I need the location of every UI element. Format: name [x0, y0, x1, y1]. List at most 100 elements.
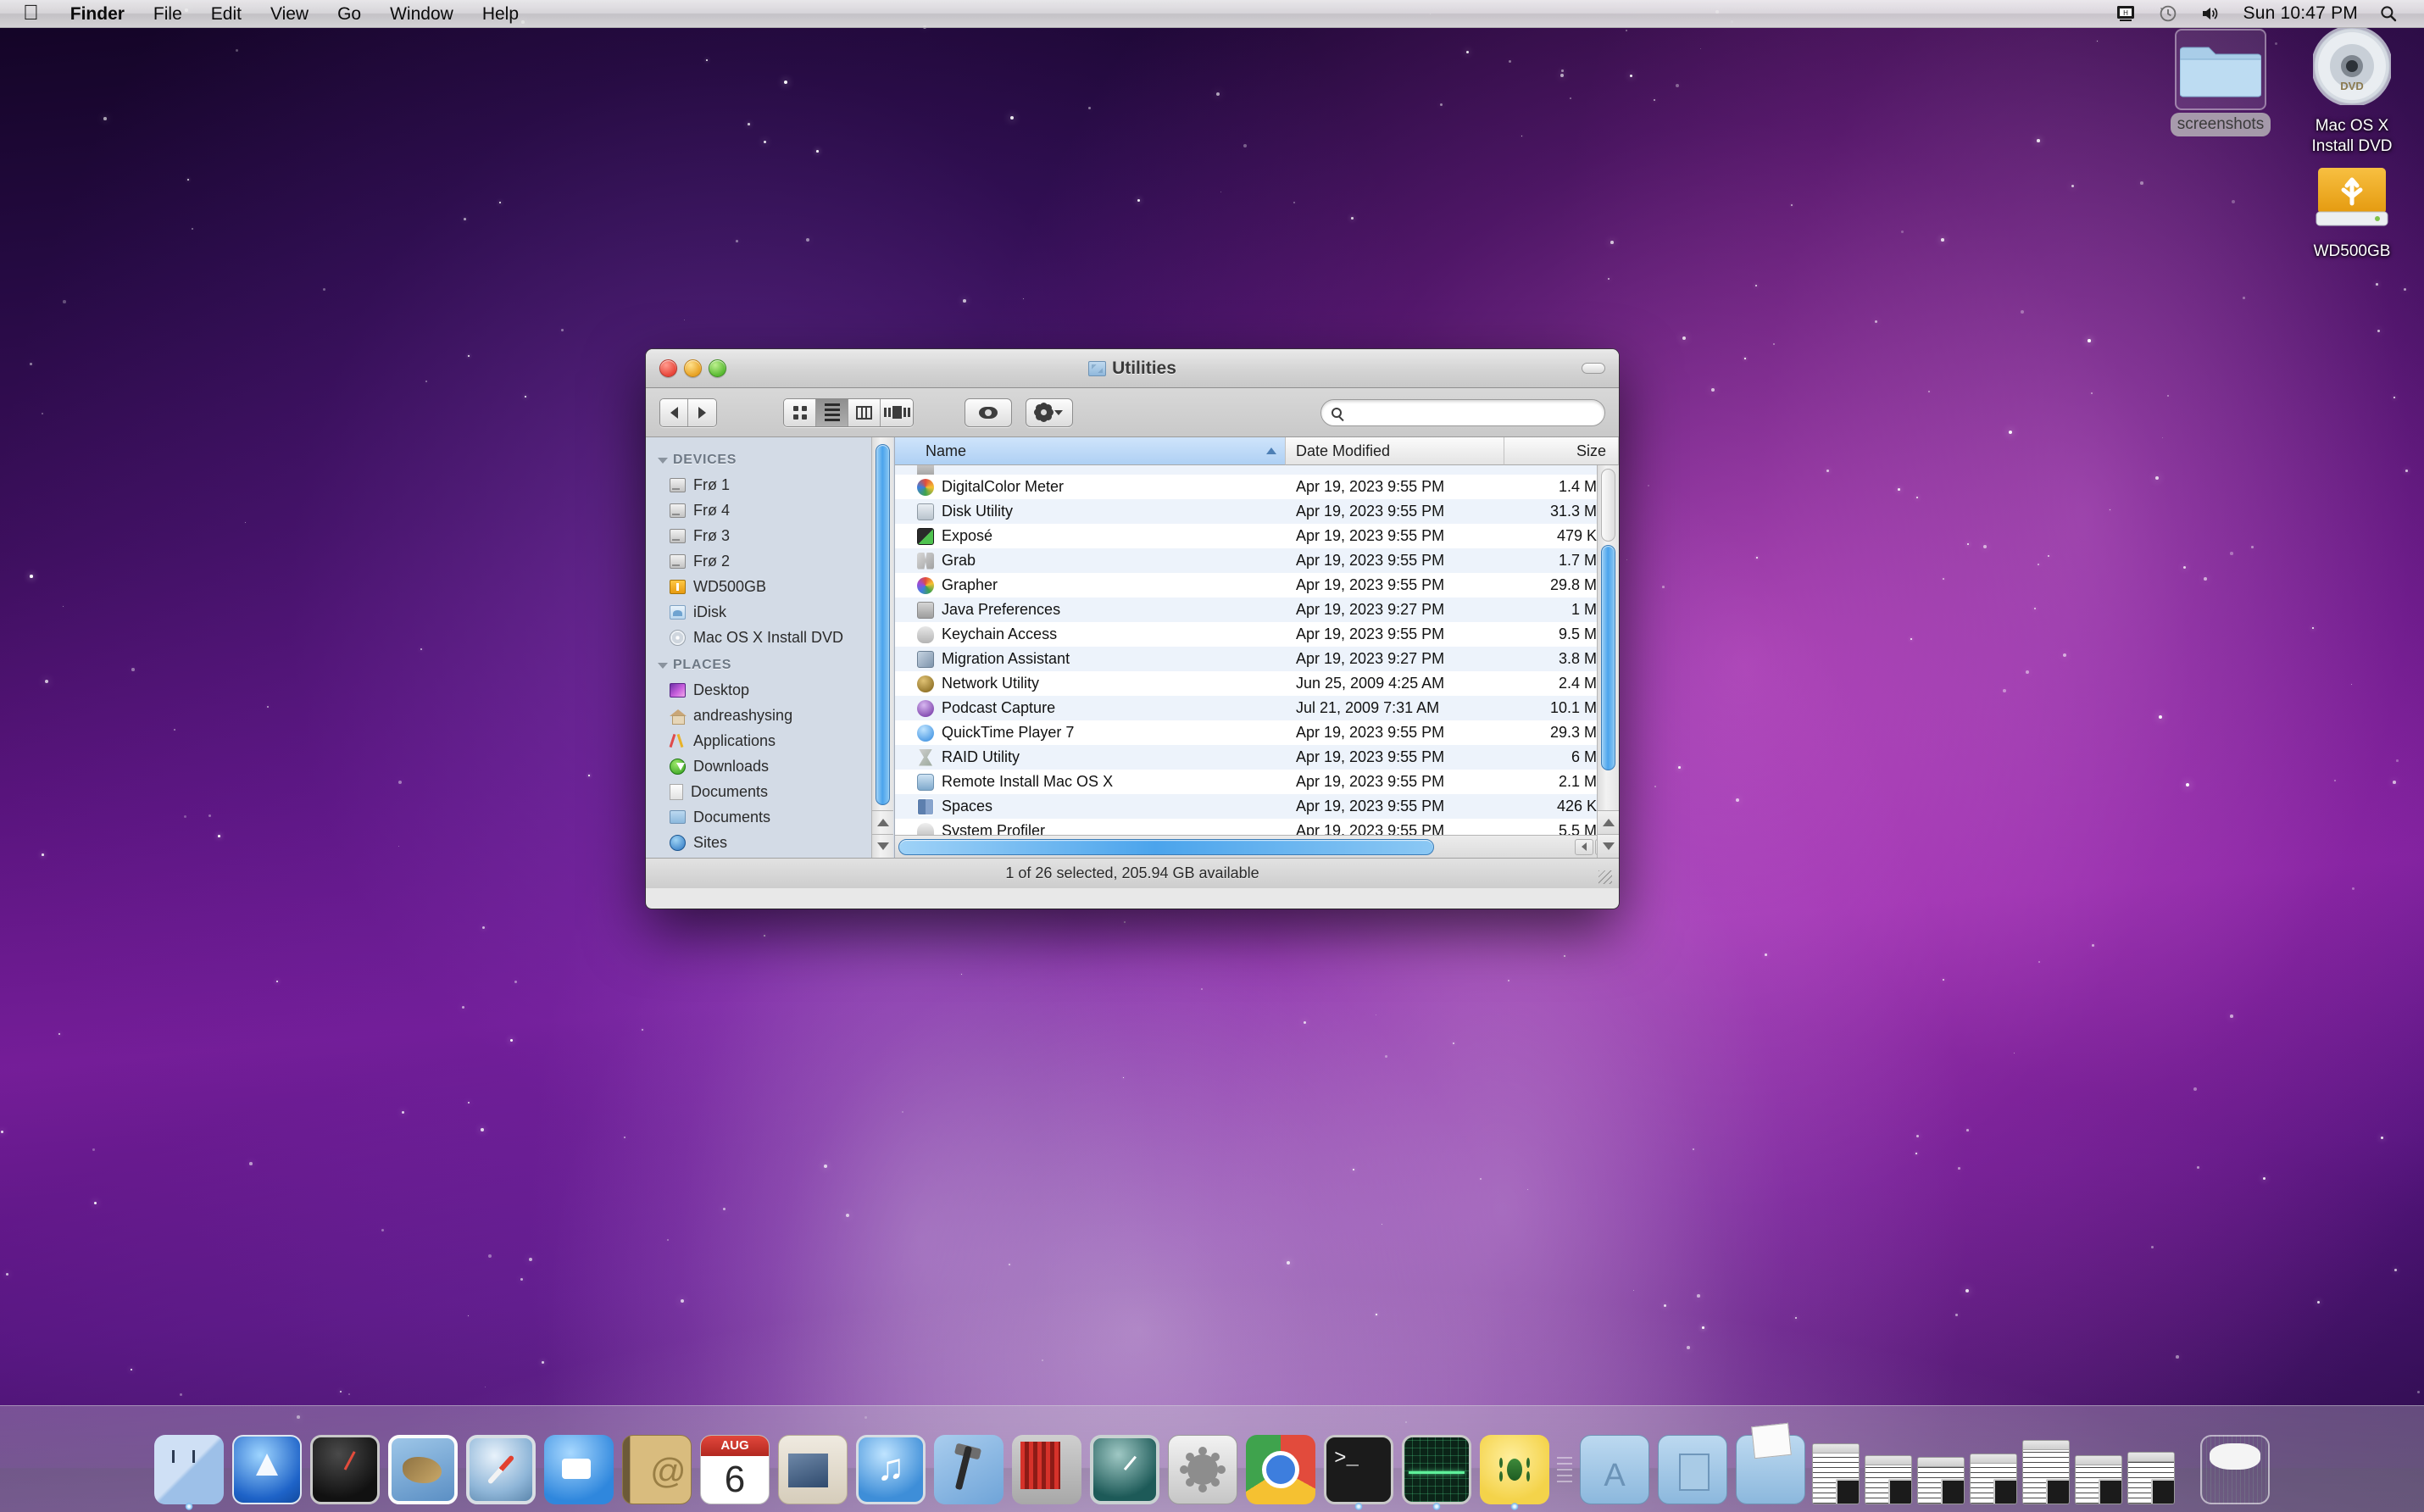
file-list-rows[interactable]: DigitalColor Meter Apr 19, 2023 9:55 PM …	[895, 465, 1619, 835]
sidebar-item-fro-3[interactable]: Frø 3	[646, 523, 894, 548]
time-machine-icon[interactable]	[2147, 0, 2189, 28]
menu-item-file[interactable]: File	[139, 0, 197, 28]
dock-item-mail[interactable]	[384, 1426, 462, 1504]
dock-item-itunes[interactable]	[852, 1426, 930, 1504]
dock-item-finder[interactable]	[150, 1426, 228, 1504]
dock-item-xcode[interactable]	[930, 1426, 1008, 1504]
dock-item-trash[interactable]	[2196, 1426, 2274, 1504]
dock-item-spider[interactable]	[1476, 1426, 1554, 1504]
menu-item-window[interactable]: Window	[375, 0, 468, 28]
dock-item-app-store[interactable]	[228, 1426, 306, 1504]
menu-item-help[interactable]: Help	[468, 0, 533, 28]
menu-bar-clock[interactable]: Sun 10:47 PM	[2233, 3, 2369, 24]
sidebar-item-applications[interactable]: Applications	[646, 728, 894, 753]
menu-item-view[interactable]: View	[256, 0, 323, 28]
table-row[interactable]: Disk Utility Apr 19, 2023 9:55 PM 31.3 M…	[895, 499, 1619, 524]
forward-button[interactable]	[688, 398, 716, 426]
file-list-vertical-scrollbar[interactable]	[1597, 465, 1619, 858]
column-header-size[interactable]: Size	[1504, 437, 1619, 465]
dock-item-ical[interactable]	[696, 1426, 774, 1504]
dock-item-activity-monitor[interactable]	[1398, 1426, 1476, 1504]
dock-item-photo-booth[interactable]	[1008, 1426, 1086, 1504]
table-row[interactable]: Migration Assistant Apr 19, 2023 9:27 PM…	[895, 647, 1619, 671]
dock-item-address-book[interactable]	[618, 1426, 696, 1504]
dock-minimized-window-1[interactable]	[1810, 1426, 1862, 1504]
column-header-name[interactable]: Name	[895, 437, 1286, 465]
dock-item-terminal[interactable]	[1320, 1426, 1398, 1504]
table-row[interactable]: Grab Apr 19, 2023 9:55 PM 1.7 MB	[895, 548, 1619, 573]
sidebar-item-documents-alias[interactable]: Documents	[646, 779, 894, 804]
action-button[interactable]	[1026, 397, 1073, 427]
desktop-icon-screenshots[interactable]: screenshots	[2157, 29, 2284, 136]
dock-minimized-window-4[interactable]	[1967, 1426, 2020, 1504]
sidebar-item-fro-4[interactable]: Frø 4	[646, 498, 894, 523]
table-row[interactable]: QuickTime Player 7 Apr 19, 2023 9:55 PM …	[895, 720, 1619, 745]
table-row[interactable]: Podcast Capture Jul 21, 2009 7:31 AM 10.…	[895, 696, 1619, 720]
search-icon[interactable]	[2368, 0, 2409, 28]
sidebar-item-sites[interactable]: Sites	[646, 830, 894, 855]
dock-item-chrome[interactable]	[1242, 1426, 1320, 1504]
finder-window[interactable]: Utilities DEVICES Frø 1 Frø 4 Frø 3 Frø …	[646, 349, 1619, 909]
volume-icon[interactable]	[2189, 0, 2233, 28]
sidebar-section-devices[interactable]: DEVICES	[646, 445, 894, 472]
desktop-icon-wd500gb[interactable]: WD500GB	[2288, 166, 2416, 264]
scroll-up-button[interactable]	[1598, 810, 1619, 834]
icon-view-button[interactable]	[784, 398, 816, 426]
dock-item-ichat[interactable]	[540, 1426, 618, 1504]
menu-item-go[interactable]: Go	[323, 0, 375, 28]
search-input[interactable]	[1348, 403, 1594, 421]
horizontal-scrollbar-thumb[interactable]	[898, 838, 1434, 855]
dock-minimized-window-3[interactable]	[1915, 1426, 1967, 1504]
menu-item-edit[interactable]: Edit	[197, 0, 256, 28]
sidebar-item-home[interactable]: andreashysing	[646, 703, 894, 728]
table-row[interactable]: Grapher Apr 19, 2023 9:55 PM 29.8 MB	[895, 573, 1619, 598]
sidebar-item-idisk[interactable]: iDisk	[646, 599, 894, 625]
dock-item-documents-folder[interactable]	[1654, 1426, 1732, 1504]
desktop-icon-install-dvd[interactable]: DVD Mac OS X Install DVD	[2288, 25, 2416, 158]
dock-minimized-window-7[interactable]	[2125, 1426, 2177, 1504]
dock-item-time-machine[interactable]	[1086, 1426, 1164, 1504]
sidebar-item-fro-1[interactable]: Frø 1	[646, 472, 894, 498]
file-list-pane[interactable]: Name Date Modified Size DigitalColor Met…	[895, 437, 1619, 858]
scroll-down-button[interactable]	[1598, 834, 1619, 858]
vertical-scrollbar-track-top[interactable]	[1601, 469, 1615, 542]
dock-minimized-window-2[interactable]	[1862, 1426, 1915, 1504]
resize-grip[interactable]	[1598, 870, 1612, 884]
search-field[interactable]	[1320, 398, 1605, 426]
disclosure-triangle-icon[interactable]	[658, 457, 668, 464]
column-header-date-modified[interactable]: Date Modified	[1286, 437, 1504, 465]
table-row[interactable]: DigitalColor Meter Apr 19, 2023 9:55 PM …	[895, 475, 1619, 499]
dock-item-iphoto[interactable]	[774, 1426, 852, 1504]
dock-item-system-preferences[interactable]	[1164, 1426, 1242, 1504]
dock-minimized-window-6[interactable]	[2072, 1426, 2125, 1504]
scroll-left-button[interactable]	[1575, 838, 1593, 855]
dock-item-safari[interactable]	[462, 1426, 540, 1504]
apple-logo-icon[interactable]: 	[0, 0, 56, 28]
table-row[interactable]: Java Preferences Apr 19, 2023 9:27 PM 1 …	[895, 598, 1619, 622]
sidebar-item-fro-2[interactable]: Frø 2	[646, 548, 894, 574]
dock-item-downloads-stack[interactable]	[1732, 1426, 1810, 1504]
file-list-horizontal-scrollbar[interactable]	[895, 835, 1619, 858]
sidebar-item-documents[interactable]: Documents	[646, 804, 894, 830]
sidebar-item-wd500gb[interactable]: WD500GB	[646, 574, 894, 599]
column-view-button[interactable]	[848, 398, 881, 426]
finder-sidebar[interactable]: DEVICES Frø 1 Frø 4 Frø 3 Frø 2 WD500GB …	[646, 437, 895, 858]
table-row[interactable]: System Profiler Apr 19, 2023 9:55 PM 5.5…	[895, 819, 1619, 835]
sidebar-scroll-down-button[interactable]	[872, 834, 893, 858]
sidebar-section-places[interactable]: PLACES	[646, 650, 894, 677]
menu-item-finder[interactable]: Finder	[56, 0, 139, 28]
table-row[interactable]: Spaces Apr 19, 2023 9:55 PM 426 KB	[895, 794, 1619, 819]
dock-minimized-window-5[interactable]	[2020, 1426, 2072, 1504]
table-row[interactable]: Network Utility Jun 25, 2009 4:25 AM 2.4…	[895, 671, 1619, 696]
dock-item-applications-folder[interactable]	[1576, 1426, 1654, 1504]
display-icon[interactable]: H	[2104, 0, 2147, 28]
table-row[interactable]: RAID Utility Apr 19, 2023 9:55 PM 6 MB	[895, 745, 1619, 770]
table-row[interactable]: Remote Install Mac OS X Apr 19, 2023 9:5…	[895, 770, 1619, 794]
sidebar-item-desktop[interactable]: Desktop	[646, 677, 894, 703]
dock-item-dashboard[interactable]	[306, 1426, 384, 1504]
table-row[interactable]	[895, 465, 1619, 475]
quicklook-button[interactable]	[965, 397, 1012, 427]
list-view-button[interactable]	[816, 398, 848, 426]
sidebar-item-install-dvd[interactable]: Mac OS X Install DVD	[646, 625, 894, 650]
sidebar-scrollbar[interactable]	[871, 437, 893, 858]
